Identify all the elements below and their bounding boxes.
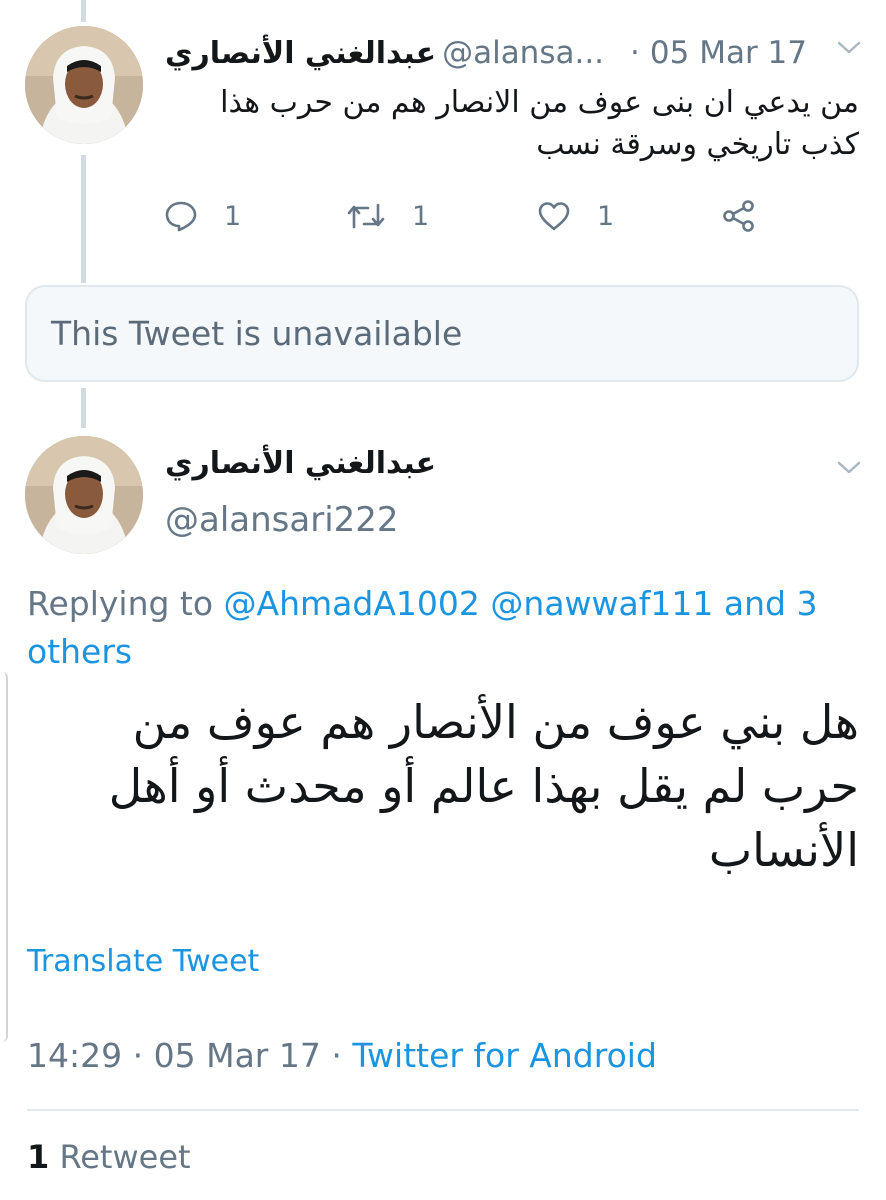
unavailable-tweet-card: This Tweet is unavailable xyxy=(25,285,859,382)
separator-dot: · xyxy=(132,1036,144,1075)
avatar[interactable] xyxy=(25,436,143,554)
retweet-stats[interactable]: 1 Retweet xyxy=(27,1138,191,1176)
chevron-down-icon[interactable] xyxy=(837,40,861,56)
display-name[interactable]: عبدالغني الأنصاري xyxy=(165,36,436,71)
reply-count: 1 xyxy=(224,200,242,232)
unavailable-text: This Tweet is unavailable xyxy=(51,314,463,353)
like-button[interactable]: 1 xyxy=(537,196,614,236)
avatar[interactable] xyxy=(25,26,143,144)
display-name[interactable]: عبدالغني الأنصاري xyxy=(165,446,436,481)
divider xyxy=(27,1109,859,1111)
retweet-label: Retweet xyxy=(59,1138,191,1176)
tweet-metadata: 14:29 · 05 Mar 17 · Twitter for Android xyxy=(27,1036,657,1075)
thread-line-bottom xyxy=(81,388,86,428)
user-handle[interactable]: @alansa... xyxy=(442,35,604,71)
heart-icon xyxy=(537,200,571,232)
scroll-edge-indicator xyxy=(0,672,8,1042)
tweet-text: من يدعي ان بنى عوف من الانصار هم من حرب … xyxy=(220,85,859,162)
replying-label: Replying to xyxy=(27,584,214,623)
tweet-text: هل بني عوف من الأنصار هم عوف من حرب لم ي… xyxy=(108,695,859,877)
replying-to: Replying to @AhmadA1002 @nawwaf111 and 3… xyxy=(27,580,857,676)
tweet1-header: عبدالغني الأنصاري @alansa... · 05 Mar 17 xyxy=(165,30,807,76)
share-icon xyxy=(721,198,757,234)
retweet-total: 1 xyxy=(27,1138,50,1176)
thread-line-middle xyxy=(81,155,86,283)
tweet-date: 05 Mar 17 xyxy=(153,1036,321,1075)
translate-tweet-link[interactable]: Translate Tweet xyxy=(27,944,259,979)
tweet-time: 14:29 xyxy=(27,1036,123,1075)
mention-link[interactable]: @AhmadA1002 xyxy=(224,584,480,623)
chevron-down-icon[interactable] xyxy=(837,460,861,476)
share-button[interactable] xyxy=(721,196,757,236)
retweet-count: 1 xyxy=(412,200,430,232)
retweet-button[interactable]: 1 xyxy=(346,196,429,236)
mention-link[interactable]: @nawwaf111 xyxy=(490,584,713,623)
like-count: 1 xyxy=(597,200,615,232)
tweet-date[interactable]: 05 Mar 17 xyxy=(650,35,807,71)
retweet-icon xyxy=(346,199,386,233)
reply-icon xyxy=(164,199,198,233)
thread-line-top xyxy=(81,0,86,22)
user-handle[interactable]: @alansari222 xyxy=(165,500,399,540)
reply-button[interactable]: 1 xyxy=(164,196,241,236)
separator-dot: · xyxy=(630,35,640,71)
separator-dot: · xyxy=(331,1036,342,1075)
tweet-source-link[interactable]: Twitter for Android xyxy=(352,1036,657,1075)
